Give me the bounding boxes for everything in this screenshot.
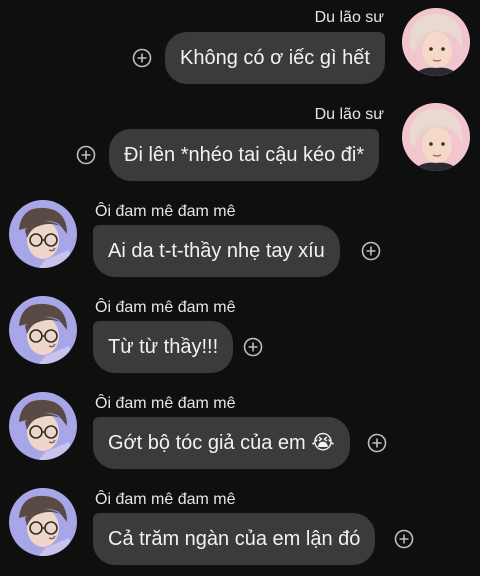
- message-bubble[interactable]: Ai da t-t-thầy nhẹ tay xíu: [93, 225, 340, 277]
- crying-face-emoji: 😭: [311, 432, 335, 454]
- avatar-pink-hair-icon[interactable]: [402, 103, 470, 171]
- avatar-glasses-icon[interactable]: [9, 296, 77, 364]
- add-reaction-icon[interactable]: [367, 433, 387, 453]
- sender-name: Du lão sư: [314, 106, 384, 123]
- add-reaction-icon[interactable]: [361, 241, 381, 261]
- add-reaction-icon[interactable]: [394, 529, 414, 549]
- message-bubble[interactable]: Không có ơ iếc gì hết: [165, 32, 385, 84]
- sender-name: Du lão sư: [314, 9, 384, 26]
- avatar-glasses-icon[interactable]: [9, 200, 77, 268]
- sender-name: Ôi đam mê đam mê: [95, 491, 236, 508]
- add-reaction-icon[interactable]: [76, 145, 96, 165]
- message-text: Cả trăm ngàn của em lận đó: [108, 528, 361, 550]
- message-text: Gớt bộ tóc giả của em: [108, 432, 306, 454]
- sender-name: Ôi đam mê đam mê: [95, 203, 236, 220]
- add-reaction-icon[interactable]: [132, 48, 152, 68]
- message-text: Ai da t-t-thầy nhẹ tay xíu: [108, 240, 325, 262]
- message-bubble[interactable]: Từ từ thầy!!!: [93, 321, 234, 373]
- message-text: Đi lên *nhéo tai cậu kéo đi*: [124, 144, 365, 166]
- avatar-glasses-icon[interactable]: [9, 392, 77, 460]
- message-text: Từ từ thầy!!!: [108, 336, 219, 358]
- avatar-glasses-icon[interactable]: [9, 488, 77, 556]
- add-reaction-icon[interactable]: [243, 337, 263, 357]
- avatar-pink-hair-icon[interactable]: [402, 8, 470, 76]
- sender-name: Ôi đam mê đam mê: [95, 395, 236, 412]
- message-text: Không có ơ iếc gì hết: [180, 47, 370, 69]
- message-bubble[interactable]: Gớt bộ tóc giả của em 😭: [93, 417, 350, 469]
- message-bubble[interactable]: Đi lên *nhéo tai cậu kéo đi*: [109, 129, 380, 181]
- sender-name: Ôi đam mê đam mê: [95, 299, 236, 316]
- message-bubble[interactable]: Cả trăm ngàn của em lận đó: [93, 513, 376, 565]
